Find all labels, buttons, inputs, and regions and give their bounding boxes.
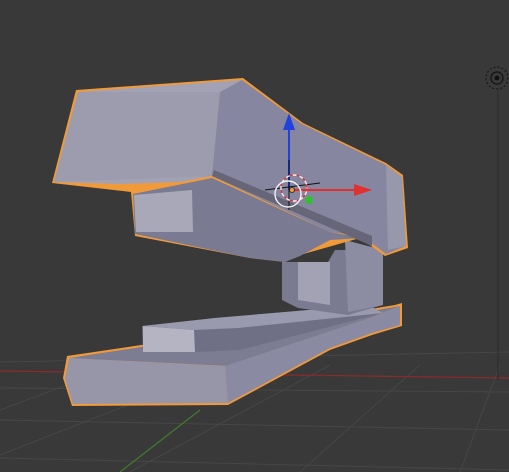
origin-dot: [289, 187, 295, 193]
arm-front-block: [134, 190, 193, 232]
arm-top-face-left: [54, 92, 220, 182]
viewport-canvas[interactable]: [0, 0, 509, 472]
stapler-mesh[interactable]: [52, 78, 408, 406]
rear-post-side: [345, 240, 383, 312]
3d-viewport[interactable]: [0, 0, 509, 472]
anvil-left: [143, 326, 195, 352]
rear-post-light: [298, 262, 330, 305]
light-icon[interactable]: [485, 66, 509, 380]
